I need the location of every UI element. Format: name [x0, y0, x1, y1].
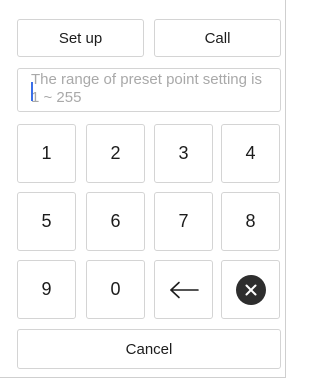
keypad-key-1[interactable]: 1	[17, 124, 76, 183]
cancel-label: Cancel	[125, 340, 173, 358]
clear-button[interactable]	[221, 260, 280, 319]
key-label: 5	[41, 211, 52, 231]
call-button[interactable]: Call	[154, 19, 281, 57]
keypad-key-6[interactable]: 6	[86, 192, 145, 251]
key-label: 2	[110, 143, 121, 163]
key-label: 4	[245, 143, 256, 163]
key-label: 7	[178, 211, 189, 231]
preset-point-input[interactable]: The range of preset point setting is 1 ~…	[17, 68, 281, 112]
keypad-key-4[interactable]: 4	[221, 124, 280, 183]
key-label: 8	[245, 211, 256, 231]
keypad-key-0[interactable]: 0	[86, 260, 145, 319]
key-label: 0	[110, 279, 121, 299]
text-caret	[31, 82, 33, 101]
set-up-button[interactable]: Set up	[17, 19, 144, 57]
arrow-left-icon	[169, 281, 199, 298]
key-label: 3	[178, 143, 189, 163]
preset-input-placeholder: The range of preset point setting is 1 ~…	[31, 71, 262, 106]
keypad-key-2[interactable]: 2	[86, 124, 145, 183]
key-label: 6	[110, 211, 121, 231]
preset-dialog: Set up Call The range of preset point se…	[0, 0, 286, 378]
keypad-key-7[interactable]: 7	[154, 192, 213, 251]
backspace-button[interactable]	[154, 260, 213, 319]
keypad-key-8[interactable]: 8	[221, 192, 280, 251]
keypad-key-5[interactable]: 5	[17, 192, 76, 251]
key-label: 9	[41, 279, 52, 299]
call-label: Call	[204, 29, 231, 47]
cancel-button[interactable]: Cancel	[17, 329, 281, 369]
clear-circle-x-icon	[235, 274, 266, 305]
keypad-key-9[interactable]: 9	[17, 260, 76, 319]
key-label: 1	[41, 143, 52, 163]
keypad-key-3[interactable]: 3	[154, 124, 213, 183]
set-up-label: Set up	[58, 29, 103, 47]
panel-right-border	[285, 0, 286, 378]
